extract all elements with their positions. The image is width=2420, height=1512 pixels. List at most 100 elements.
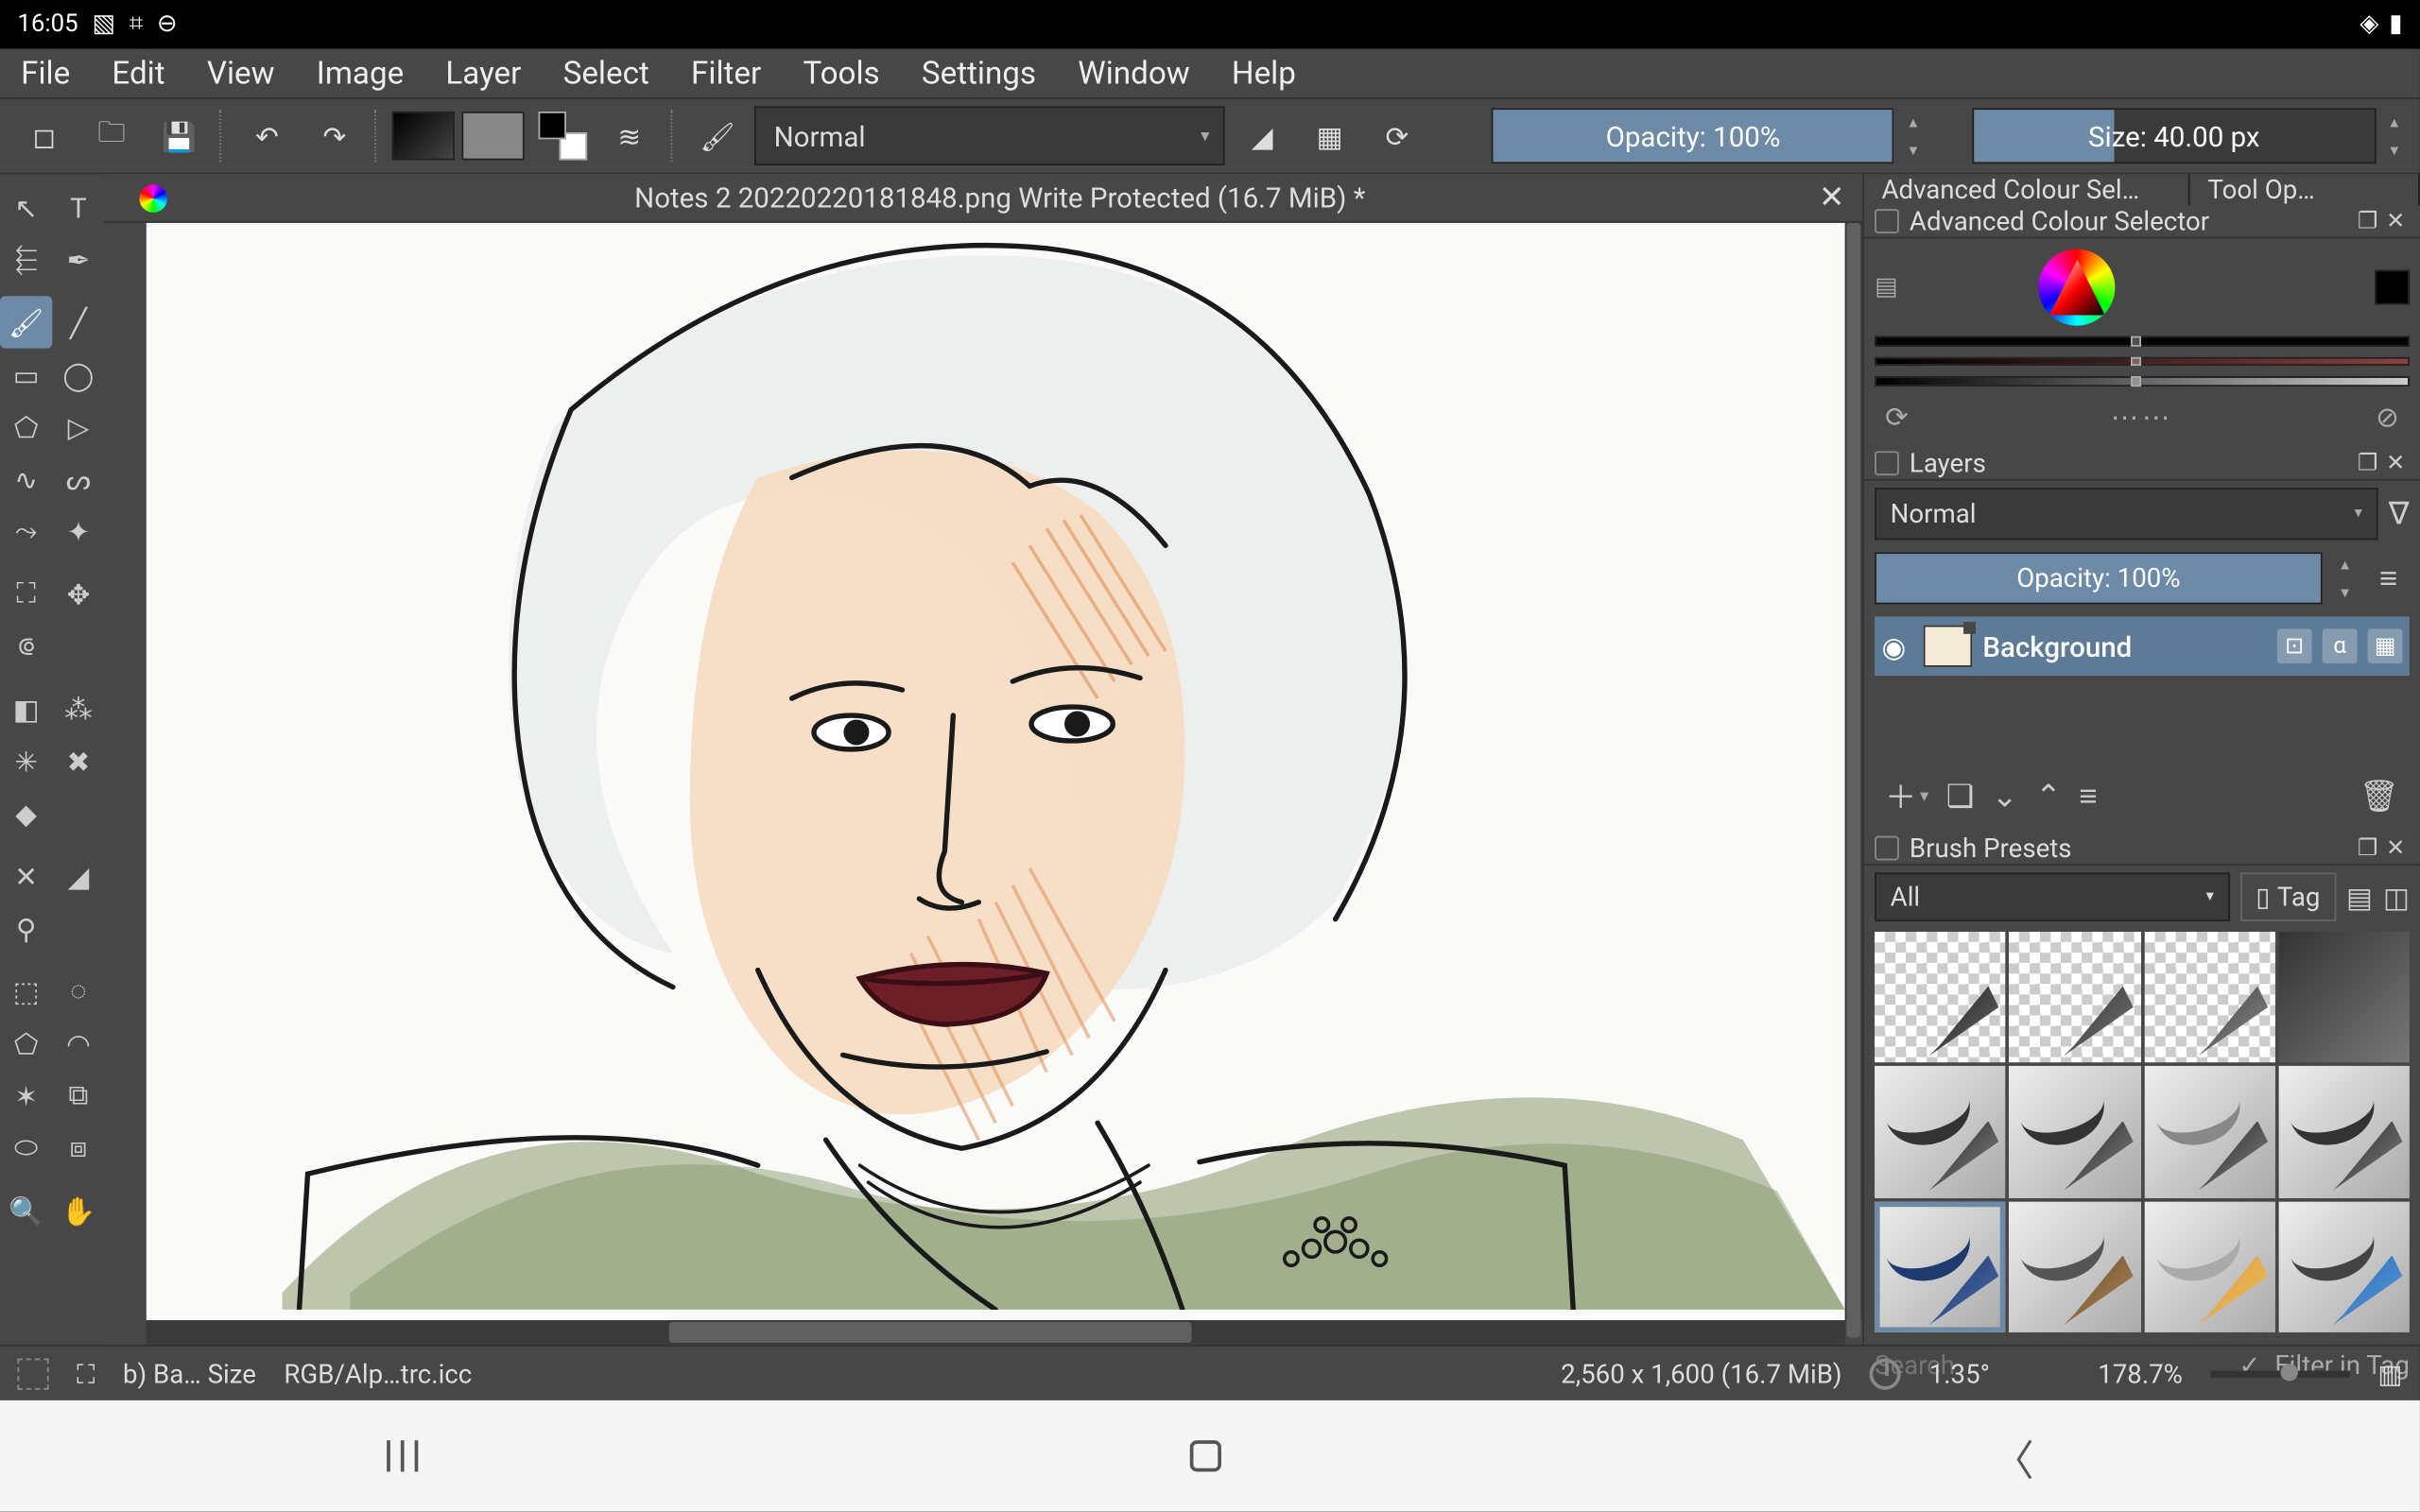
brush-preset-eraser-hard[interactable] [2009,932,2140,1063]
ellipse-select-tool[interactable]: ◌ [52,965,104,1017]
layer-opacity-slider[interactable]: Opacity: 100% [1875,552,2323,604]
brush-preset-eraser-small[interactable] [2144,932,2275,1063]
polyline-tool[interactable]: ▷ [52,401,104,453]
menu-window[interactable]: Window [1057,49,1211,98]
nav-back-button[interactable]: 〈 [1992,1425,2033,1486]
opacity-slider[interactable]: Opacity: 100% [1492,108,1894,163]
float-panel-button[interactable]: ❐ [2354,208,2381,234]
transform-tool[interactable]: ⛶ [0,568,52,620]
pattern-swatch[interactable] [462,105,525,167]
brush-tag-filter-select[interactable]: All [1875,872,2230,921]
selection-toggle-icon[interactable]: ⛶ [77,1358,95,1389]
edit-shapes-tool[interactable]: ⬱ [0,233,52,285]
reload-brush-button[interactable]: ⟳ [1367,105,1427,167]
polygon-tool[interactable]: ⬠ [0,401,52,453]
fill-tool[interactable]: ◆ [0,787,52,839]
menu-edit[interactable]: Edit [91,49,185,98]
blend-mode-select[interactable]: Normal [754,106,1225,165]
horizontal-scrollbar[interactable] [147,1320,1845,1345]
calligraphy-tool[interactable]: ✒ [52,233,104,285]
brush-preset-button[interactable]: 🖌 [687,105,748,167]
freehand-select-tool[interactable]: ◠ [52,1017,104,1069]
brush-preset-ink-4[interactable] [2278,1066,2410,1197]
brush-preset-ink-2[interactable] [2009,1066,2140,1197]
text-tool[interactable]: T [52,181,104,233]
size-spinner[interactable]: ▲▼ [2382,108,2406,163]
tab-tool-options[interactable]: Tool Op… [2190,174,2420,205]
bezier-tool[interactable]: ∿ [0,453,52,505]
dynamic-brush-tool[interactable]: ⤳ [0,505,52,557]
colourise-tool[interactable]: ✳ [0,735,52,787]
multibrush-tool[interactable]: ✦ [52,505,104,557]
nav-home-button[interactable] [1189,1440,1220,1471]
menu-layer[interactable]: Layer [424,49,542,98]
assistant-tool[interactable]: ✕ [0,850,52,902]
close-tab-button[interactable]: ✕ [1819,180,1845,216]
colour-menu-icon[interactable]: ▤ [1875,273,1910,301]
polygon-select-tool[interactable]: ⬠ [0,1017,52,1069]
brush-tag-button[interactable]: ▯ Tag [2240,872,2336,921]
clear-colour-icon[interactable]: ⊘ [2376,401,2399,434]
close-panel-button[interactable]: ✕ [2381,208,2409,234]
document-tab[interactable]: Notes 2 20220220181848.png Write Protect… [105,174,1863,223]
brush-preset-airbrush[interactable] [2278,932,2410,1063]
move-layer-up-button[interactable]: ⌃ [2035,778,2062,815]
pin-icon[interactable] [1875,451,1899,475]
layer-item-background[interactable]: ◉ Background ⊡ α ▦ [1875,616,2410,676]
colour-slider-1[interactable] [1875,336,2410,346]
layer-filter-icon[interactable]: ∇ [2389,495,2410,532]
redo-button[interactable]: ↷ [304,105,365,167]
menu-view[interactable]: View [186,49,296,98]
gradient-swatch[interactable] [392,105,455,167]
brush-size-slider[interactable]: Size: 40.00 px [1973,108,2376,163]
similar-select-tool[interactable]: ⧉ [52,1070,104,1122]
canvas[interactable] [147,223,1845,1320]
layer-lock-icon[interactable]: ⊡ [2277,628,2312,663]
pan-tool[interactable]: ✋ [52,1184,104,1236]
refresh-colour-icon[interactable]: ⟳ [1885,401,1909,434]
zoom-tool[interactable]: 🔍 [0,1184,52,1236]
menu-filter[interactable]: Filter [670,49,782,98]
brush-preset-eraser-soft[interactable] [1875,932,2006,1063]
freehand-brush-tool[interactable]: 🖌 [0,296,52,348]
brush-preset-pen-blue[interactable] [1875,1201,2006,1332]
layer-properties-button[interactable]: ≡ [2079,778,2097,815]
pin-icon[interactable] [1875,209,1899,233]
layer-blend-mode-select[interactable]: Normal [1875,488,2378,540]
colour-slider-2[interactable] [1875,356,2410,366]
rect-select-tool[interactable]: ⬚ [0,965,52,1017]
brush-preset-ink-3[interactable] [2144,1066,2275,1197]
fgbg-colour-swatch[interactable] [532,105,593,167]
colour-wheel[interactable] [2039,249,2116,326]
current-colour-swatch[interactable] [2375,270,2410,305]
rectangle-tool[interactable]: ▭ [0,349,52,401]
brush-storage-icon[interactable]: ◫ [2383,881,2410,914]
brush-preset-ink-1[interactable] [1875,1066,2006,1197]
open-doc-button[interactable]: 🗀 [81,105,142,167]
gradient-tool[interactable]: ◧ [0,682,52,734]
undo-button[interactable]: ↶ [237,105,298,167]
brush-preset-brush-1[interactable] [2009,1201,2140,1332]
opacity-spinner[interactable]: ▲▼ [1902,108,1926,163]
tab-colour-selector[interactable]: Advanced Colour Sel… [1864,174,2190,205]
freehand-path-tool[interactable]: ᔕ [52,453,104,505]
new-doc-button[interactable]: ◻ [14,105,75,167]
brush-settings-button[interactable]: ≋ [599,105,660,167]
layer-opacity-spinner[interactable]: ▲▼ [2333,550,2358,606]
brush-preset-pencil[interactable] [2278,1201,2410,1332]
eraser-toggle[interactable]: ◢ [1232,105,1292,167]
magnetic-select-tool[interactable]: ⧈ [52,1122,104,1174]
brush-preset-brush-2[interactable] [2144,1201,2275,1332]
alpha-lock-toggle[interactable]: ▦ [1300,105,1360,167]
nav-recents-button[interactable] [386,1440,417,1471]
reference-tool[interactable]: ⚲ [0,902,52,954]
close-panel-button[interactable]: ✕ [2381,835,2409,862]
move-layer-tool[interactable]: ✥ [52,568,104,620]
zoom-menu-icon[interactable]: ▥ [2377,1358,2402,1389]
colour-history-handle[interactable]: ⋯⋯ [2111,401,2173,434]
menu-file[interactable]: File [0,49,91,98]
close-panel-button[interactable]: ✕ [2381,450,2409,476]
layer-visibility-icon[interactable]: ◉ [1881,629,1912,662]
delete-layer-button[interactable]: 🗑 [2360,778,2399,815]
float-panel-button[interactable]: ❐ [2354,835,2381,862]
